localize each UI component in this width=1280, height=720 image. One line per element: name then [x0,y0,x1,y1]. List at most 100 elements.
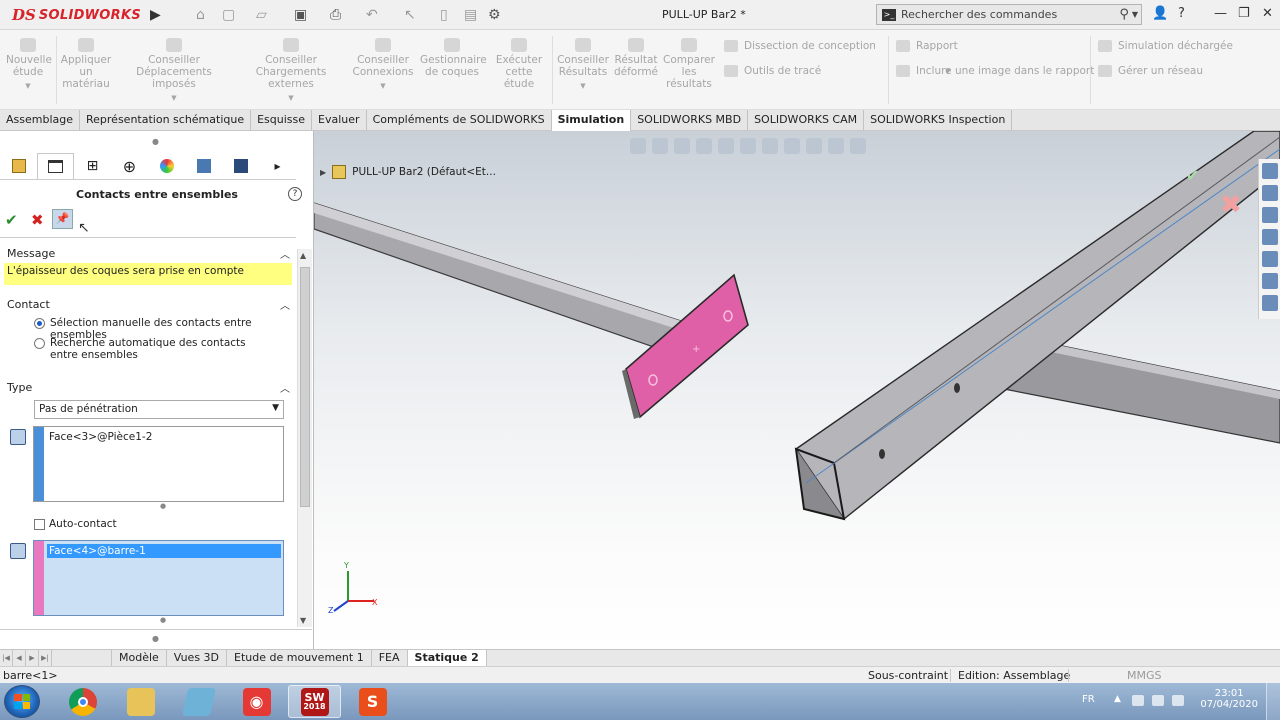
manage-network-button[interactable]: Gérer un réseau [1098,65,1203,77]
scroll-thumb[interactable] [300,267,310,507]
chevron-down-icon[interactable]: ▼ [1132,10,1138,19]
tab-statique-2[interactable]: Statique 2 [407,650,487,666]
radio-auto-find[interactable]: Recherche automatique des contacts entre… [34,337,274,361]
pin-icon[interactable]: 📌 [52,209,73,229]
results-advisor-button[interactable]: Conseiller Résultats ▼ [556,38,610,92]
file-explorer-app[interactable] [114,685,167,718]
offloaded-simulation-button[interactable]: Simulation déchargée [1098,40,1233,52]
file-explorer-icon[interactable] [1261,207,1278,223]
new-study-button[interactable]: Nouvelle étude ▼ [6,38,52,92]
rebuild-icon[interactable]: ▯ [440,6,448,24]
undo-icon[interactable]: ↶ [366,6,378,24]
show-hidden-icons-icon[interactable]: ▲ [1114,694,1121,704]
solidworks-app[interactable]: SW 2018 [288,685,341,718]
screen-recorder-app[interactable]: ◉ [230,685,283,718]
tab-representation-schematique[interactable]: Représentation schématique [80,110,252,131]
contact-type-select[interactable]: Pas de pénétration ▼ [34,400,284,419]
type-section-header[interactable]: Type ︿ [0,379,296,397]
graphics-area[interactable]: + Y X Z ▶ PULL-UP Bar2 (Défaut<Et... ✔ ✖ [314,131,1280,649]
feature-manager-tab[interactable] [0,153,37,179]
auto-contact-checkbox[interactable]: Auto-contact [34,518,117,530]
language-indicator[interactable]: FR [1082,694,1095,705]
notes-app[interactable] [172,685,225,718]
presentation-app[interactable]: S [346,685,399,718]
set2-item-selected[interactable]: Face<4>@barre-1 [47,544,281,558]
apply-material-button[interactable]: Appliquer un matériau [60,38,112,90]
network-icon[interactable] [1132,695,1144,706]
section-view-icon[interactable] [696,138,712,154]
splitter-handle[interactable]: ● [152,137,159,146]
tab-esquisse[interactable]: Esquisse [251,110,313,131]
solidworks-logo[interactable]: DS SOLIDWORKS [12,5,141,25]
set1-item[interactable]: Face<3>@Pièce1-2 [47,430,281,444]
design-insight-button[interactable]: Dissection de conception [724,40,876,52]
save-icon[interactable]: ▣ [294,6,307,24]
configuration-manager-tab[interactable]: ⊞ [74,153,111,179]
select-icon[interactable]: ↖ [404,6,416,24]
message-section-header[interactable]: Message ︿ [0,245,296,263]
cam-operation-tab[interactable] [222,153,259,179]
options-gear-icon[interactable]: ⚙ [488,6,501,24]
connections-advisor-button[interactable]: Conseiller Connexions ▼ [352,38,414,92]
tab-solidworks-mbd[interactable]: SOLIDWORKS MBD [631,110,749,131]
shell-manager-button[interactable]: Gestionnaire de coques [420,38,487,78]
vertical-scrollbar[interactable]: ▲ ▼ [297,249,312,627]
help-icon[interactable]: ? [1178,6,1185,21]
deformed-result-button[interactable]: Résultat déformé [612,38,660,78]
user-account-icon[interactable]: 👤 [1152,6,1168,21]
chevron-up-icon[interactable]: ︿ [280,297,290,312]
hide-show-items-icon[interactable] [784,138,800,154]
property-manager-tab[interactable] [37,153,74,179]
dimxpert-tab[interactable]: ⊕ [111,153,148,179]
set2-selection-box[interactable]: Face<4>@barre-1 [33,540,284,616]
home-icon[interactable]: ⌂ [196,6,205,24]
search-icon[interactable]: ⚲ [1119,7,1129,22]
run-study-button[interactable]: Exécuter cette étude [490,38,548,90]
restore-button[interactable]: ❐ [1238,6,1250,21]
prev-tab-icon[interactable]: ◀ [13,650,26,666]
appearances-icon[interactable] [1261,251,1278,267]
chevron-up-icon[interactable]: ︿ [280,380,290,395]
confirmation-corner-ok-icon[interactable]: ✔ [1186,166,1199,185]
tab-fea[interactable]: FEA [372,650,408,666]
volume-icon[interactable] [1152,695,1164,706]
set1-selection-box[interactable]: Face<3>@Pièce1-2 [33,426,284,502]
search-commands-field[interactable]: >_ Rechercher des commandes ⚲ ▼ [876,4,1142,25]
zoom-to-fit-icon[interactable] [630,138,646,154]
expand-arrow-icon[interactable]: ▶ [320,168,326,177]
print-icon[interactable]: ⎙ [330,6,341,24]
tab-simulation[interactable]: Simulation [551,110,632,131]
resize-handle[interactable]: ● [160,502,166,510]
display-style-icon[interactable] [762,138,778,154]
open-folder-icon[interactable]: ▱ [256,6,267,24]
first-tab-icon[interactable]: |◀ [0,650,13,666]
previous-view-icon[interactable] [674,138,690,154]
zoom-to-area-icon[interactable] [652,138,668,154]
resize-handle[interactable]: ● [160,616,166,624]
include-image-button[interactable]: Inclure une image dans le rapport [896,65,1094,77]
cancel-x-icon[interactable]: ✖ [31,211,44,229]
report-button[interactable]: Rapport [896,40,958,52]
view-palette-icon[interactable] [1261,229,1278,245]
new-document-icon[interactable]: ▢ [222,6,235,24]
tab-motion-study[interactable]: Etude de mouvement 1 [227,650,372,666]
scroll-up-icon[interactable]: ▲ [300,251,306,260]
units-selector[interactable]: MMGS [1127,669,1162,682]
tab-modele[interactable]: Modèle [112,650,167,666]
tab-solidworks-cam[interactable]: SOLIDWORKS CAM [748,110,865,131]
cam-feature-tab[interactable] [185,153,222,179]
flyout-feature-tree[interactable]: ▶ PULL-UP Bar2 (Défaut<Et... [320,165,496,179]
file-properties-icon[interactable]: ▤ [464,6,477,24]
design-library-icon[interactable] [1261,185,1278,201]
minimize-button[interactable]: — [1214,6,1227,21]
apply-scene-icon[interactable] [828,138,844,154]
forum-icon[interactable] [1261,295,1278,311]
clock[interactable]: 23:01 07/04/2020 [1200,688,1258,710]
fixtures-advisor-button[interactable]: Conseiller Déplacements imposés ▼ [118,38,230,104]
help-icon[interactable]: ? [288,187,302,201]
show-desktop-button[interactable] [1266,683,1280,720]
pink-plate-face[interactable] [625,273,749,419]
contact-section-header[interactable]: Contact ︿ [0,296,296,314]
menu-expand-arrow-icon[interactable]: ▶ [150,6,161,24]
custom-properties-icon[interactable] [1261,273,1278,289]
